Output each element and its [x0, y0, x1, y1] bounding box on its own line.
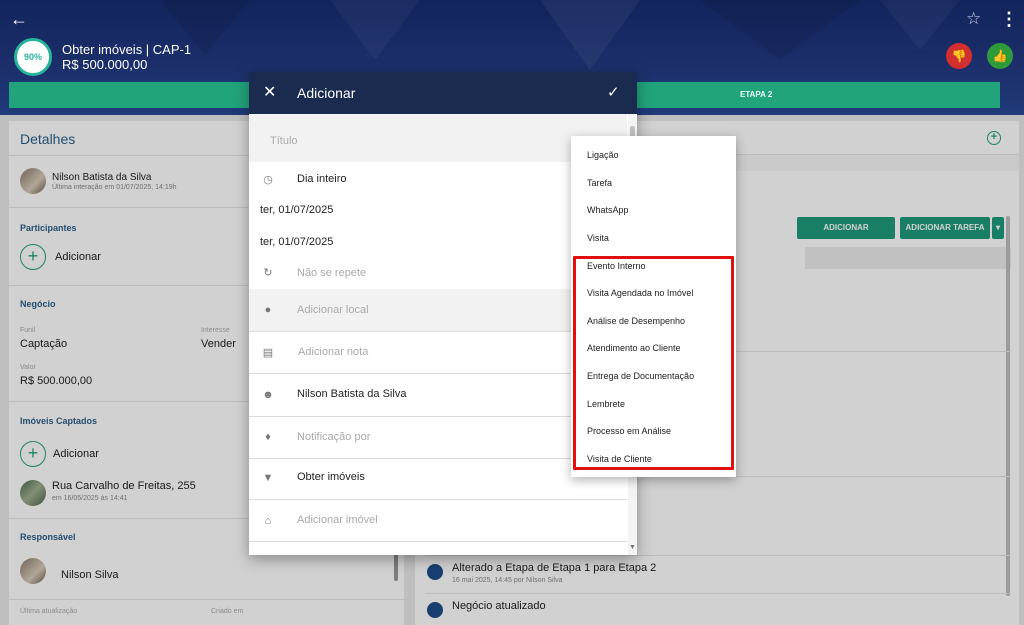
note-icon: ▤ — [262, 347, 274, 359]
repeat-icon: ↻ — [263, 267, 273, 279]
progress-indicator: 90% — [14, 38, 52, 76]
menu-item[interactable]: WhatsApp — [587, 205, 629, 215]
deal-field[interactable]: Obter imóveis — [297, 471, 365, 483]
back-arrow-icon[interactable]: ← — [10, 9, 30, 29]
menu-item[interactable]: Visita — [587, 233, 609, 243]
thumbs-down-button[interactable]: 👎 — [946, 43, 972, 69]
check-icon[interactable]: ✓ — [607, 83, 623, 103]
location-pin-icon: ● — [264, 304, 272, 316]
all-day-label[interactable]: Dia inteiro — [297, 173, 347, 185]
end-date[interactable]: ter, 01/07/2025 — [260, 236, 333, 248]
stage-label: ETAPA 2 — [740, 90, 773, 99]
divider — [249, 499, 627, 500]
bell-icon: ♦ — [265, 431, 271, 443]
dialog-header: ✕ Adicionar ✓ — [249, 72, 637, 114]
deal-title: Obter imóveis | CAP-1 — [62, 42, 192, 57]
menu-item[interactable]: Tarefa — [587, 178, 612, 188]
title-placeholder: Título — [270, 135, 298, 147]
thumbs-up-button[interactable]: 👍 — [987, 43, 1013, 69]
divider — [249, 541, 627, 542]
dialog-title: Adicionar — [297, 85, 356, 101]
clock-icon: ◷ — [263, 174, 273, 186]
start-date[interactable]: ter, 01/07/2025 — [260, 204, 333, 216]
home-icon: ⌂ — [264, 515, 272, 527]
deal-value: R$ 500.000,00 — [62, 57, 148, 72]
funnel-icon: ▼ — [262, 472, 274, 484]
note-field[interactable]: Adicionar nota — [298, 346, 368, 358]
user-field[interactable]: Nilson Batista da Silva — [297, 388, 406, 400]
notification-field[interactable]: Notificação por — [297, 431, 370, 443]
close-icon[interactable]: ✕ — [263, 83, 279, 103]
scroll-down-icon[interactable]: ▼ — [629, 544, 636, 551]
location-field[interactable]: Adicionar local — [297, 304, 369, 316]
more-vert-icon[interactable]: ⋮ — [1000, 9, 1018, 29]
repeat-select[interactable]: Não se repete — [297, 267, 366, 279]
property-field[interactable]: Adicionar imóvel — [297, 514, 378, 526]
highlight-box — [573, 256, 734, 470]
menu-item[interactable]: Ligação — [587, 150, 619, 160]
star-icon[interactable]: ☆ — [966, 9, 986, 29]
person-icon: ☻ — [262, 389, 274, 401]
